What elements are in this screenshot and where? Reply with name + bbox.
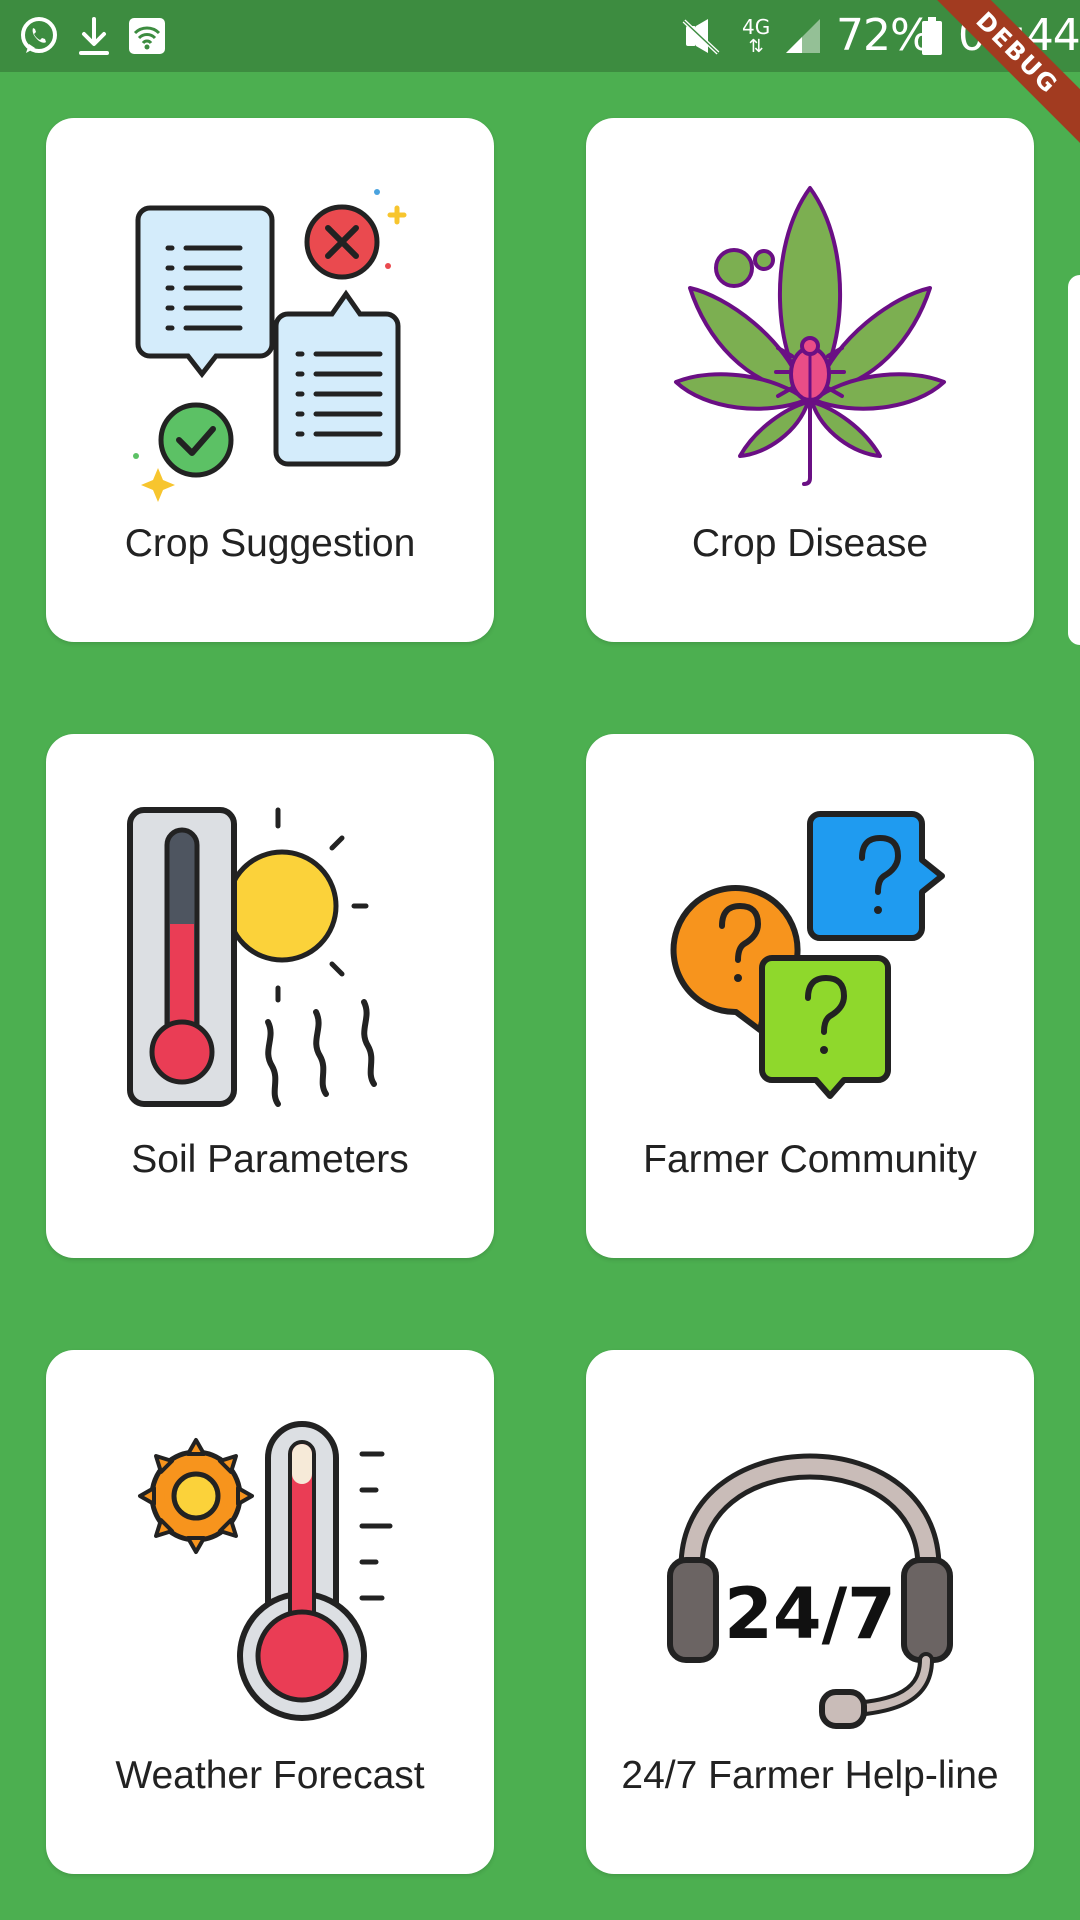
- tile-label: Farmer Community: [643, 1138, 977, 1181]
- status-bar: 4G ⇅ 72% 09:44: [0, 0, 1080, 72]
- weather-forecast-card[interactable]: Weather Forecast: [46, 1350, 494, 1874]
- next-page-peek[interactable]: [1068, 275, 1080, 645]
- network-type-icon: 4G ⇅: [742, 15, 771, 56]
- battery-percent: 72%: [836, 10, 932, 61]
- helpline-icon: 24/7: [667, 1453, 953, 1729]
- tile-label: 24/7 Farmer Help-line: [621, 1754, 999, 1797]
- farmer-community-card[interactable]: Farmer Community: [586, 734, 1034, 1258]
- download-icon: [76, 0, 112, 72]
- crop-disease-icon: [674, 186, 946, 486]
- mute-icon: [680, 0, 722, 72]
- network-type-label: 4G: [742, 15, 771, 39]
- farmer-community-icon: [670, 811, 945, 1099]
- soil-parameters-card[interactable]: Soil Parameters: [46, 734, 494, 1258]
- tile-label: Weather Forecast: [115, 1754, 425, 1797]
- helpline-24-7-text: 24/7: [724, 1573, 896, 1655]
- tile-label: Soil Parameters: [131, 1138, 409, 1181]
- weather-forecast-icon: [138, 1421, 393, 1721]
- tile-label: Crop Suggestion: [124, 522, 416, 565]
- soil-parameters-icon: [127, 807, 377, 1107]
- helpline-card[interactable]: 24/7 24/7 Farmer Help-line: [586, 1350, 1034, 1874]
- crop-disease-card[interactable]: Crop Disease: [586, 118, 1034, 642]
- crop-suggestion-card[interactable]: Crop Suggestion: [46, 118, 494, 642]
- signal-icon: [784, 0, 822, 72]
- battery-icon: [920, 0, 944, 72]
- crop-suggestion-icon: [133, 189, 407, 502]
- wifi-icon: [126, 0, 168, 72]
- tile-label: Crop Disease: [691, 522, 929, 565]
- whatsapp-icon: [18, 0, 60, 72]
